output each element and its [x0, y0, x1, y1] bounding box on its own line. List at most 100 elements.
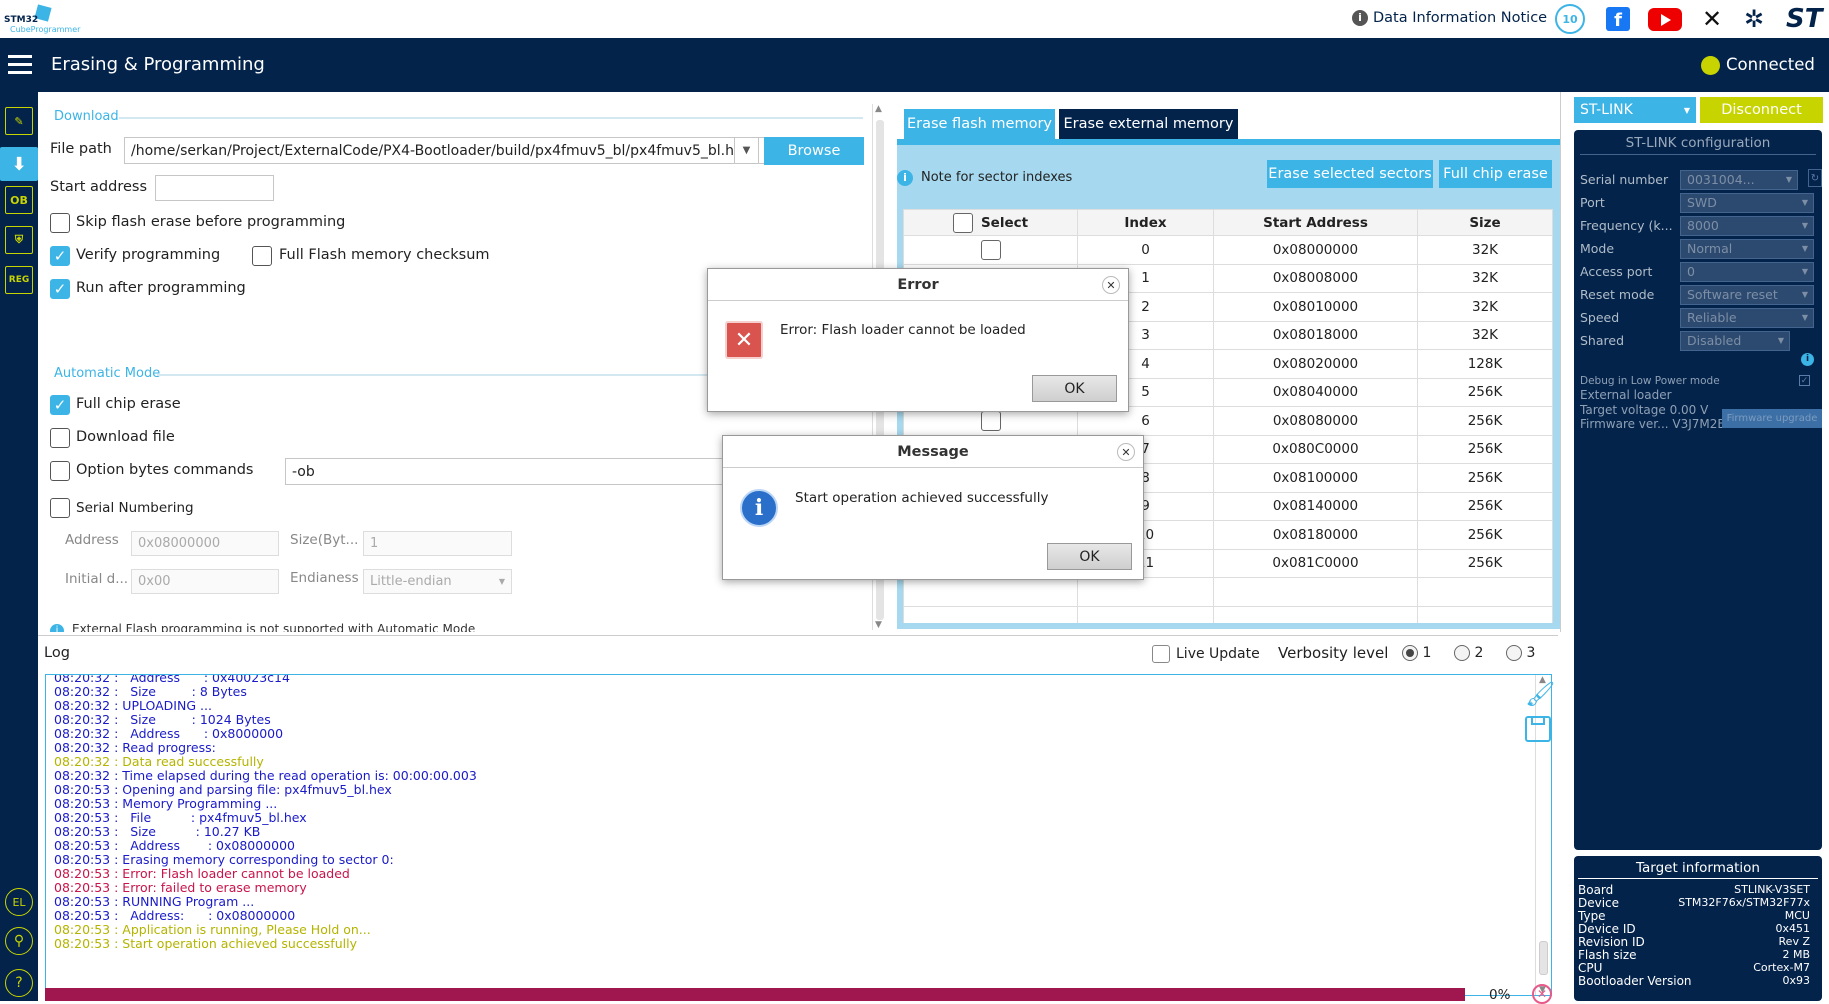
nav-erasing-programming[interactable]: ⬇ — [0, 147, 38, 181]
verbosity-level-1[interactable]: 1 — [1402, 645, 1431, 661]
config-field-select[interactable]: 8000 ▼ — [1680, 216, 1814, 236]
table-row[interactable]: 0 0x08000000 32K — [903, 235, 1553, 265]
column-select[interactable]: Select — [903, 209, 1078, 236]
youtube-icon[interactable] — [1648, 8, 1682, 31]
close-icon[interactable]: ✕ — [1102, 276, 1120, 294]
endianess-select[interactable]: Little-endian ▼ — [363, 569, 512, 594]
browse-button[interactable]: Browse — [764, 137, 864, 165]
anniversary-badge-icon[interactable]: 10 — [1555, 4, 1585, 34]
log-line: 08:20:53 : Address : 0x08000000 — [54, 838, 295, 853]
tab-erase-flash-memory[interactable]: Erase flash memory — [904, 109, 1055, 139]
file-path-input[interactable]: /home/serkan/Project/ExternalCode/PX4-Bo… — [124, 137, 771, 164]
size-input[interactable]: 1 — [363, 531, 512, 556]
start-address-cell: 0x08000000 — [1213, 235, 1418, 265]
data-information-notice-link[interactable]: i Data Information Notice — [1352, 10, 1547, 26]
chevron-down-icon: ▼ — [1801, 313, 1808, 322]
config-field-select[interactable]: SWD ▼ — [1680, 193, 1814, 213]
target-info-value: 2 MB — [1782, 948, 1810, 961]
config-field-value: Software reset — [1687, 287, 1778, 302]
low-power-checkbox[interactable]: ✓ — [1799, 375, 1810, 386]
target-info-value: 0x451 — [1775, 922, 1810, 935]
nav-help[interactable]: ? — [5, 969, 33, 997]
config-field-select[interactable]: Reliable ▼ — [1680, 308, 1814, 328]
column-size[interactable]: Size — [1417, 209, 1553, 236]
index-cell: 0 — [1077, 235, 1214, 265]
radio-1[interactable] — [1402, 645, 1418, 661]
message-ok-button[interactable]: OK — [1047, 543, 1132, 570]
nav-memory-editing[interactable]: ✎ — [5, 107, 33, 135]
select-cell[interactable] — [903, 235, 1078, 265]
radio-2[interactable] — [1454, 645, 1470, 661]
config-field-select[interactable]: Software reset ▼ — [1680, 285, 1814, 305]
refresh-serial-icon[interactable]: ↻ — [1808, 169, 1822, 187]
log-line: 08:20:53 : Application is running, Pleas… — [54, 922, 371, 937]
target-info-label: Revision ID — [1578, 935, 1645, 949]
serial-numbering-checkbox[interactable] — [50, 498, 70, 518]
scrollbar-thumb[interactable] — [1539, 941, 1548, 975]
verbosity-level-3[interactable]: 3 — [1506, 645, 1535, 661]
config-field-select[interactable]: 0 ▼ — [1680, 262, 1814, 282]
firmware-upgrade-button[interactable]: Firmware upgrade — [1722, 409, 1822, 428]
save-log-icon[interactable] — [1525, 716, 1551, 742]
error-ok-button[interactable]: OK — [1032, 375, 1117, 402]
sector-checkbox[interactable] — [980, 239, 1001, 260]
skip-erase-checkbox[interactable] — [50, 213, 70, 233]
download-file-checkbox[interactable] — [50, 428, 70, 448]
nav-option-bytes[interactable]: OB — [5, 186, 33, 214]
full-flash-checksum-checkbox[interactable] — [252, 246, 272, 266]
file-path-dropdown[interactable]: ▼ — [734, 137, 759, 164]
column-index[interactable]: Index — [1077, 209, 1214, 236]
full-chip-erase-button[interactable]: Full chip erase — [1439, 160, 1552, 188]
cancel-operation-icon[interactable]: ✕ — [1532, 984, 1552, 1004]
live-update-checkbox[interactable] — [1152, 645, 1170, 663]
info-icon[interactable]: i — [897, 170, 913, 186]
address-input[interactable]: 0x08000000 — [131, 531, 279, 556]
erase-selected-label: Erase selected sectors — [1268, 166, 1432, 182]
el-icon: EL — [12, 895, 26, 909]
start-address-cell: 0x08180000 — [1213, 520, 1418, 550]
community-network-icon[interactable]: ✲ — [1744, 5, 1764, 33]
st-logo-icon[interactable]: ST — [1786, 4, 1822, 34]
address-label: Address — [65, 532, 119, 548]
start-address-input[interactable] — [155, 175, 274, 201]
target-info-value: STLINK-V3SET — [1734, 883, 1810, 896]
x-twitter-icon[interactable]: ✕ — [1702, 5, 1722, 33]
nav-plugin[interactable]: ⚲ — [5, 927, 33, 955]
full-chip-erase-checkbox[interactable]: ✓ — [50, 395, 70, 415]
run-after-programming-checkbox[interactable]: ✓ — [50, 279, 70, 299]
column-size-label: Size — [1469, 214, 1501, 231]
facebook-icon[interactable]: f — [1606, 7, 1630, 31]
log-line: 08:20:53 : File : px4fmuv5_bl.hex — [54, 810, 307, 825]
log-line: 08:20:53 : Size : 10.27 KB — [54, 824, 261, 839]
column-start-address[interactable]: Start Address — [1213, 209, 1418, 236]
target-info-label: Type — [1578, 909, 1606, 923]
select-all-checkbox[interactable] — [952, 212, 973, 233]
config-field-select[interactable]: Normal ▼ — [1680, 239, 1814, 259]
config-field-select[interactable]: Disabled ▼ — [1680, 331, 1790, 351]
radio-3[interactable] — [1506, 645, 1522, 661]
info-icon[interactable]: i — [1801, 353, 1814, 366]
panel-splitter[interactable] — [1560, 92, 1570, 632]
config-field-select[interactable]: 0031004... ▼ — [1680, 170, 1798, 190]
close-icon[interactable]: ✕ — [1117, 443, 1135, 461]
column-index-label: Index — [1124, 214, 1167, 231]
target-info-label: Board — [1578, 883, 1614, 897]
option-bytes-checkbox[interactable] — [50, 461, 70, 481]
initial-data-input[interactable]: 0x00 — [131, 569, 279, 594]
log-output[interactable]: 08:20:32 : Address : 0x40023c14 08:20:32 … — [45, 674, 1552, 996]
sector-checkbox[interactable] — [980, 410, 1001, 431]
reg-icon: REG — [8, 275, 30, 285]
stlink-config-row: Port SWD ▼ — [1574, 193, 1814, 215]
erase-selected-sectors-button[interactable]: Erase selected sectors — [1267, 160, 1433, 188]
tab-erase-external-memory[interactable]: Erase external memory — [1059, 109, 1238, 139]
probe-select[interactable]: ST-LINK ▼ — [1574, 97, 1696, 123]
disconnect-button[interactable]: Disconnect — [1700, 97, 1823, 123]
nav-el[interactable]: EL — [5, 888, 33, 916]
nav-security[interactable]: ⛨ — [5, 226, 33, 254]
verbosity-level-2[interactable]: 2 — [1454, 645, 1483, 661]
verify-programming-checkbox[interactable]: ✓ — [50, 246, 70, 266]
nav-registers[interactable]: REG — [5, 266, 33, 294]
clear-log-brush-icon[interactable]: 🖌 — [1525, 680, 1555, 708]
error-ok-label: OK — [1064, 380, 1085, 397]
hamburger-menu-icon[interactable] — [8, 55, 32, 75]
